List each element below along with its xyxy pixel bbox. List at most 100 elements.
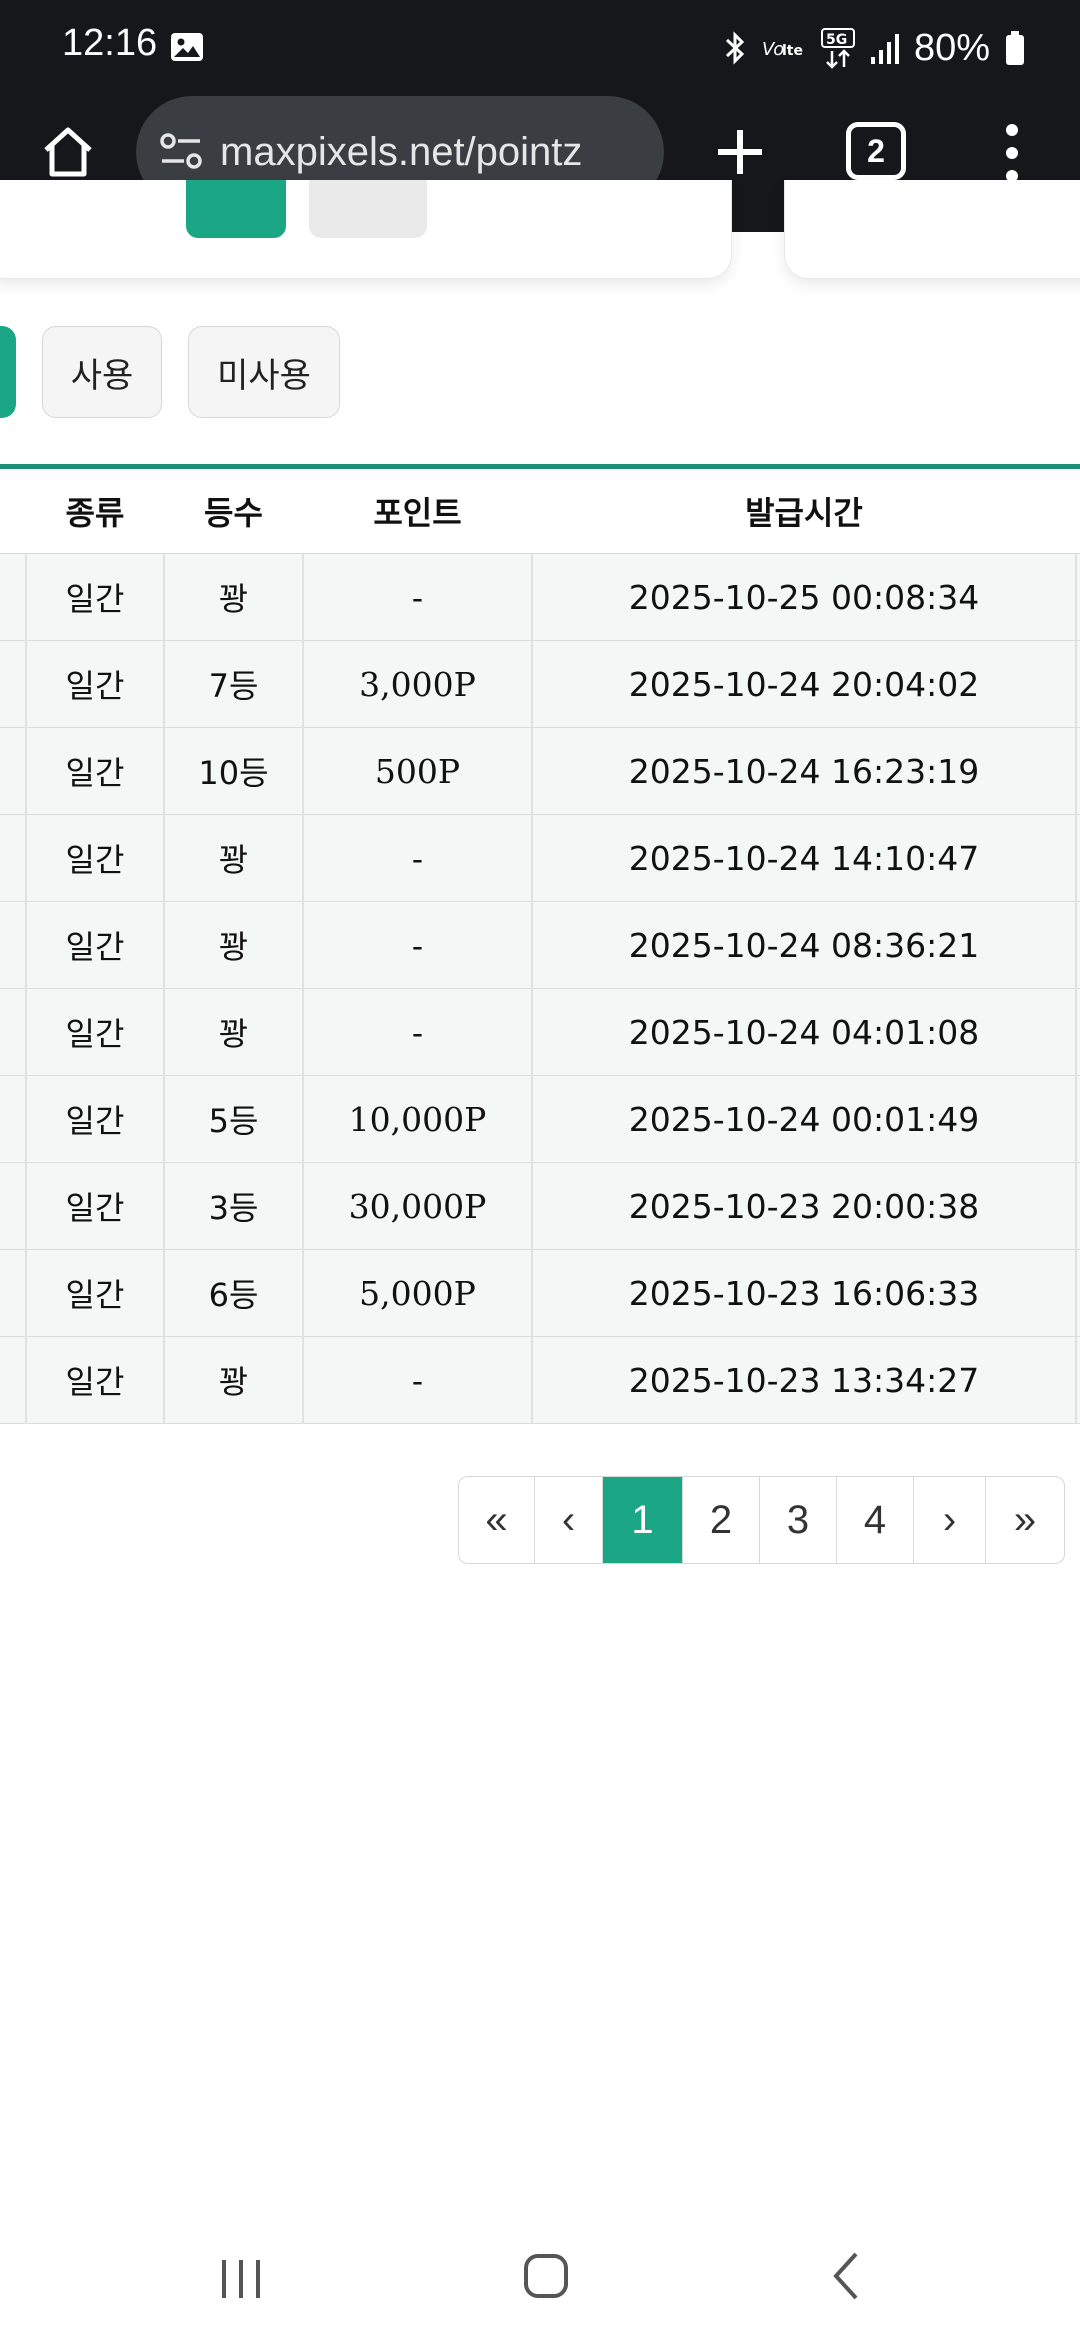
row-rank: 꽝 [164,988,304,1076]
table-body: 일간 꽝 -2025-10-25 00:08:34 일간 7등 3,000P 2025-10… [0,553,1080,1424]
row-type: 일간 [26,727,165,815]
points-table: 종류 등수 포인트 발급시간 일간 꽝 -2025-10-25 00:08:34 일간… [0,469,1080,1424]
signal-icon [870,34,899,64]
row-points: 10,000P [303,1075,533,1163]
row-type: 일간 [26,1336,165,1424]
more-vert-icon [1006,124,1018,182]
volte-icon: Vo lte [762,39,803,60]
row-hidden-cell [0,901,27,989]
status-icons: Vo lte 5G 80% [722,24,1026,72]
bluetooth-icon [725,31,745,65]
gallery-icon [171,33,203,61]
table-header-row: 종류 등수 포인트 발급시간 [0,469,1080,554]
row-type: 일간 [26,988,165,1076]
status-bar: 12:16 Vo lte 5G 80% [0,0,1080,96]
next-page-button[interactable]: › [914,1477,986,1563]
row-type: 일간 [26,1162,165,1250]
row-hidden-cell-right [1076,901,1080,989]
back-icon[interactable] [826,2250,866,2302]
row-hidden-cell-right [1076,553,1080,641]
row-rank: 꽝 [164,814,304,902]
filter-unused-button[interactable]: 미사용 [188,326,340,418]
recent-apps-icon[interactable] [218,2256,264,2302]
row-hidden-cell [0,727,27,815]
url-text[interactable]: maxpixels.net/pointz [220,130,650,175]
summary-card-left [0,180,732,279]
card-tab-inactive[interactable] [309,180,427,238]
card-tab-active[interactable] [186,180,286,238]
row-rank: 5등 [164,1075,304,1163]
column-header-points: 포인트 [303,469,532,554]
tab-switcher-button[interactable]: 2 [846,122,906,180]
row-rank: 7등 [164,640,304,728]
table-row: 일간 6등 5,000P 2025-10-23 16:06:33 [0,1249,1080,1337]
new-tab-button[interactable] [704,116,776,188]
row-type: 일간 [26,553,165,641]
row-type: 일간 [26,901,165,989]
summary-card-right [784,180,1080,279]
row-hidden-cell-right [1076,814,1080,902]
row-issued-time: 2025-10-24 20:04:02 [532,640,1077,728]
filter-all-button[interactable] [0,326,16,418]
filter-used-button[interactable]: 사용 [42,326,162,418]
row-type: 일간 [26,814,165,902]
table-row: 일간 10등 500P 2025-10-24 16:23:19 [0,727,1080,815]
table-row: 일간 7등 3,000P 2025-10-24 20:04:02 [0,640,1080,728]
page-button-1[interactable]: 1 [603,1477,683,1563]
table-row: 일간 꽝 -2025-10-25 00:08:34 [0,553,1080,641]
page-button-4[interactable]: 4 [837,1477,914,1563]
table-row: 일간 3등 30,000P 2025-10-23 20:00:38 [0,1162,1080,1250]
table-row: 일간 꽝 -2025-10-24 04:01:08 [0,988,1080,1076]
row-hidden-cell-right [1076,1075,1080,1163]
row-hidden-cell [0,1249,27,1337]
row-hidden-cell-right [1076,727,1080,815]
row-issued-time: 2025-10-23 20:00:38 [532,1162,1077,1250]
row-hidden-cell-right [1076,1249,1080,1337]
row-rank: 꽝 [164,553,304,641]
row-points: 3,000P [303,640,533,728]
page-button-2[interactable]: 2 [683,1477,760,1563]
battery-percent: 80% [913,26,990,69]
home-button[interactable] [32,116,104,188]
system-nav-bar [0,2220,1080,2340]
row-type: 일간 [26,640,165,728]
row-rank: 6등 [164,1249,304,1337]
prev-page-button[interactable]: ‹ [535,1477,603,1563]
row-type: 일간 [26,1075,165,1163]
row-hidden-cell [0,1336,27,1424]
battery-icon [1006,31,1024,65]
row-hidden-cell-right [1076,1336,1080,1424]
table-row: 일간 꽝 -2025-10-24 08:36:21 [0,901,1080,989]
nav-home-icon[interactable] [522,2250,570,2302]
row-points: 30,000P [303,1162,533,1250]
svg-text:lte: lte [782,43,803,59]
browser-menu-button[interactable] [996,116,1028,190]
row-issued-time: 2025-10-24 16:23:19 [532,727,1077,815]
row-hidden-cell-right [1076,640,1080,728]
pagination: «‹ 1 2 3 4 ›» [458,1476,1065,1564]
row-rank: 꽝 [164,1336,304,1424]
column-header-hidden [0,469,26,554]
plus-icon [718,130,762,174]
first-page-button[interactable]: « [459,1477,535,1563]
row-points: - [303,553,533,641]
row-issued-time: 2025-10-24 00:01:49 [532,1075,1077,1163]
table-row: 일간 5등 10,000P 2025-10-24 00:01:49 [0,1075,1080,1163]
row-issued-time: 2025-10-24 04:01:08 [532,988,1077,1076]
row-points: - [303,1336,533,1424]
row-hidden-cell [0,1162,27,1250]
last-page-button[interactable]: » [986,1477,1064,1563]
row-hidden-cell-right [1076,1162,1080,1250]
row-hidden-cell [0,640,27,728]
row-issued-time: 2025-10-24 08:36:21 [532,901,1077,989]
table-row: 일간 꽝 -2025-10-23 13:34:27 [0,1336,1080,1424]
row-hidden-cell [0,988,27,1076]
column-header-rank: 등수 [164,469,303,554]
site-settings-icon[interactable] [158,129,204,175]
page-button-3[interactable]: 3 [760,1477,837,1563]
svg-text:5G: 5G [826,32,847,48]
row-hidden-cell [0,814,27,902]
row-rank: 10등 [164,727,304,815]
row-issued-time: 2025-10-24 14:10:47 [532,814,1077,902]
row-rank: 꽝 [164,901,304,989]
